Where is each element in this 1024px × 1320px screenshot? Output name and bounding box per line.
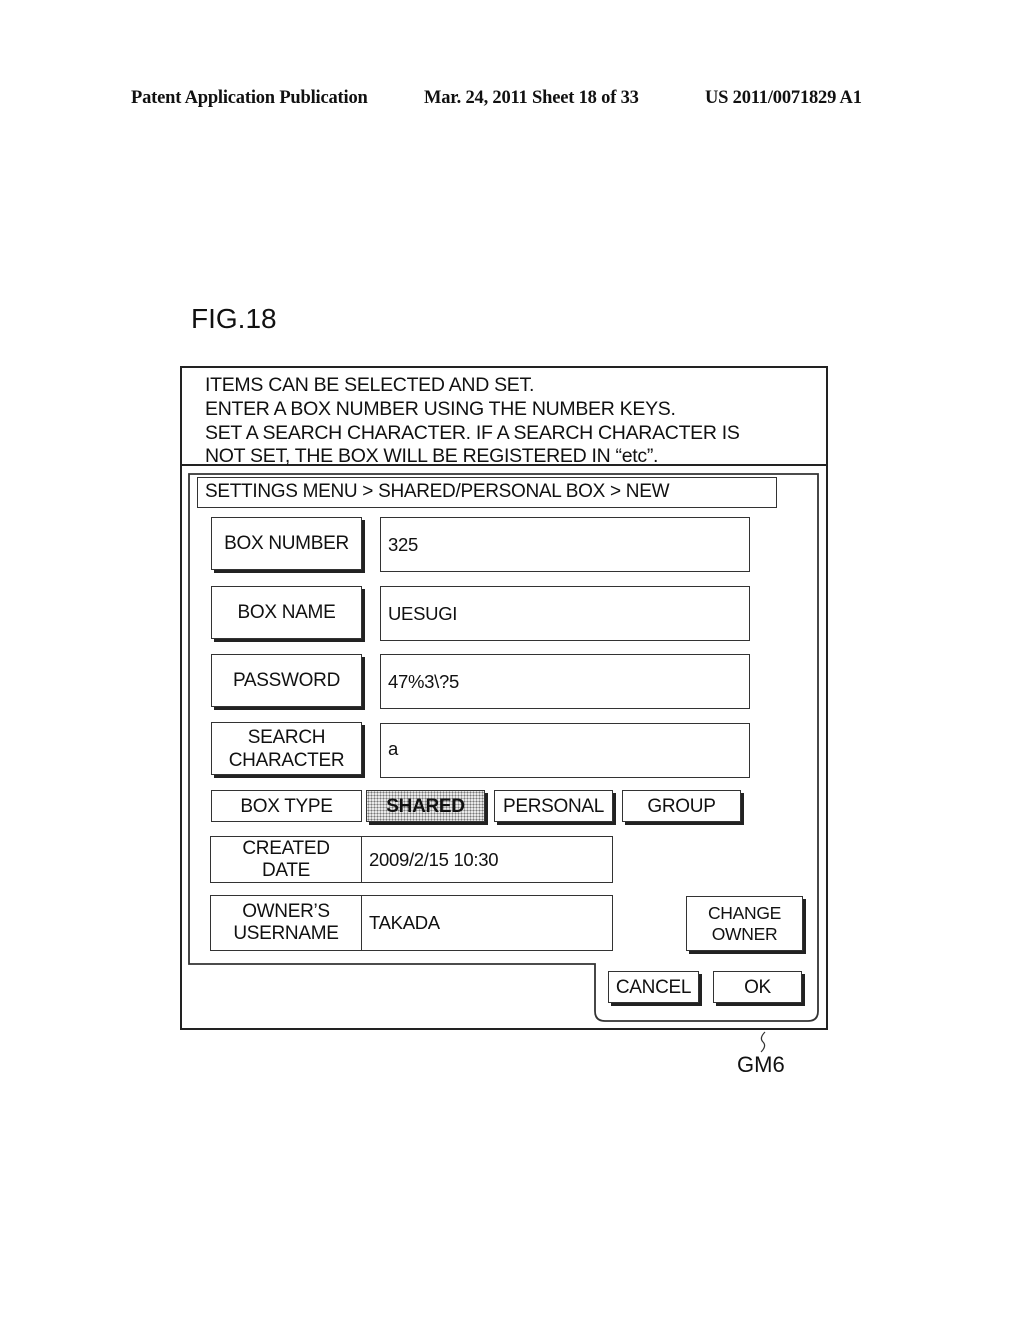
- password-button[interactable]: PASSWORD: [211, 654, 362, 707]
- created-date-row: CREATED DATE 2009/2/15 10:30: [210, 836, 613, 883]
- box-type-label: BOX TYPE: [240, 795, 333, 817]
- owner-username-label: OWNER’S USERNAME: [211, 896, 362, 950]
- search-character-value: a: [388, 738, 398, 759]
- box-type-shared-button[interactable]: SHARED: [366, 790, 485, 822]
- box-name-value: UESUGI: [388, 602, 458, 624]
- created-date-value: 2009/2/15 10:30: [369, 848, 499, 870]
- box-type-shared-label: SHARED: [386, 795, 465, 817]
- owner-username-value: TAKADA: [369, 912, 440, 933]
- box-number-label: BOX NUMBER: [224, 533, 349, 554]
- change-owner-button[interactable]: CHANGE OWNER: [686, 896, 803, 951]
- ok-label: OK: [744, 976, 771, 998]
- search-character-button[interactable]: SEARCH CHARACTER: [211, 722, 362, 775]
- box-type-personal-label: PERSONAL: [502, 795, 605, 817]
- ok-button[interactable]: OK: [713, 971, 802, 1003]
- message-area: ITEMS CAN BE SELECTED AND SET. ENTER A B…: [182, 368, 826, 467]
- owner-username-label-line2: USERNAME: [233, 923, 339, 944]
- box-type-personal-button[interactable]: PERSONAL: [494, 790, 613, 822]
- password-label: PASSWORD: [232, 670, 341, 691]
- box-name-button[interactable]: BOX NAME: [211, 586, 362, 639]
- cancel-label: CANCEL: [615, 976, 692, 998]
- message-line: ITEMS CAN BE SELECTED AND SET.: [205, 374, 535, 396]
- box-type-label-box: BOX TYPE: [211, 790, 362, 822]
- created-date-label-line2: DATE: [261, 859, 311, 881]
- publication-date-sheet: Mar. 24, 2011 Sheet 18 of 33: [424, 88, 639, 108]
- box-name-field[interactable]: UESUGI: [380, 586, 750, 641]
- search-character-label-line1: SEARCH: [247, 726, 326, 748]
- change-owner-label-line2: OWNER: [711, 923, 778, 944]
- change-owner-label-line1: CHANGE: [707, 902, 782, 923]
- created-date-label: CREATED DATE: [211, 837, 362, 882]
- publication-title: Patent Application Publication: [131, 88, 368, 108]
- box-type-group-label: GROUP: [647, 795, 716, 817]
- search-character-field[interactable]: a: [380, 723, 750, 778]
- figure-label: FIG.18: [191, 303, 277, 334]
- owner-username-row: OWNER’S USERNAME TAKADA: [210, 895, 613, 951]
- patent-number: US 2011/0071829 A1: [705, 88, 862, 108]
- box-number-button[interactable]: BOX NUMBER: [211, 517, 362, 570]
- box-number-value: 325: [388, 533, 418, 555]
- reference-leader-line: [760, 1031, 766, 1053]
- reference-label: GM6: [737, 1052, 785, 1077]
- breadcrumb: SETTINGS MENU > SHARED/PERSONAL BOX > NE…: [197, 477, 777, 508]
- created-date-label-line1: CREATED: [242, 837, 330, 859]
- message-line: SET A SEARCH CHARACTER. IF A SEARCH CHAR…: [205, 422, 740, 444]
- message-line: ENTER A BOX NUMBER USING THE NUMBER KEYS…: [205, 398, 676, 420]
- box-number-field[interactable]: 325: [380, 517, 750, 572]
- box-type-group-button[interactable]: GROUP: [622, 790, 741, 822]
- password-field[interactable]: 47%3\?5: [380, 654, 750, 709]
- cancel-button[interactable]: CANCEL: [608, 971, 699, 1003]
- box-name-label: BOX NAME: [237, 602, 336, 623]
- search-character-label-line2: CHARACTER: [228, 749, 345, 771]
- message-line: NOT SET, THE BOX WILL BE REGISTERED IN “…: [205, 445, 659, 467]
- owner-username-label-line1: OWNER’S: [242, 901, 330, 922]
- password-value: 47%3\?5: [388, 670, 459, 692]
